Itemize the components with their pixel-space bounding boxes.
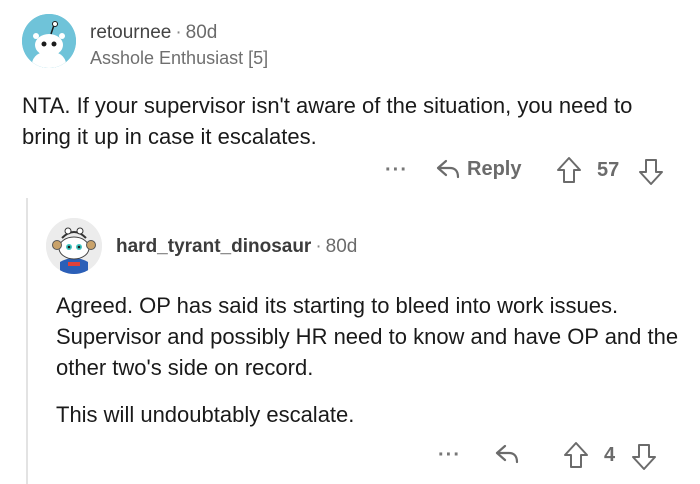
reply-actions: ··· 4	[438, 440, 668, 474]
comment-meta: retournee · 80d	[90, 22, 217, 44]
user-flair: Asshole Enthusiast [5]	[90, 48, 269, 68]
reply-body: Agreed. OP has said its starting to blee…	[56, 290, 686, 430]
reply-button[interactable]: Reply	[435, 157, 521, 181]
meta-separator: ·	[175, 22, 182, 43]
upvote-arrow-icon[interactable]	[555, 155, 583, 185]
comment-body: NTA. If your supervisor isn't aware of t…	[22, 93, 633, 149]
snoo-avatar-icon	[46, 218, 102, 274]
reply-arrow-icon[interactable]	[494, 442, 520, 466]
thread-line[interactable]	[26, 198, 28, 484]
meta-separator: ·	[315, 236, 322, 257]
user-avatar[interactable]	[22, 14, 76, 68]
reply-arrow-icon	[435, 157, 461, 181]
username-link[interactable]: retournee	[90, 22, 171, 43]
comment-actions: ··· Reply 57	[385, 155, 675, 189]
reply-label: Reply	[467, 157, 522, 180]
reply-paragraph: This will undoubtably escalate.	[56, 402, 355, 427]
snoo-avatar-icon	[22, 14, 76, 68]
reply-meta: hard_tyrant_dinosaur · 80d	[116, 236, 357, 258]
downvote-arrow-icon[interactable]	[630, 442, 658, 472]
vote-score: 4	[604, 444, 616, 466]
more-options-button[interactable]: ···	[438, 444, 461, 467]
reply-age: 80d	[325, 236, 358, 257]
upvote-arrow-icon[interactable]	[562, 440, 590, 470]
vote-score: 57	[597, 159, 620, 181]
reply-paragraph: Agreed. OP has said its starting to blee…	[56, 293, 679, 380]
reply-user-avatar[interactable]	[46, 218, 102, 274]
more-options-button[interactable]: ···	[385, 159, 408, 182]
reply-username-link[interactable]: hard_tyrant_dinosaur	[116, 236, 311, 257]
downvote-arrow-icon[interactable]	[637, 157, 665, 187]
comment-age: 80d	[185, 22, 218, 43]
